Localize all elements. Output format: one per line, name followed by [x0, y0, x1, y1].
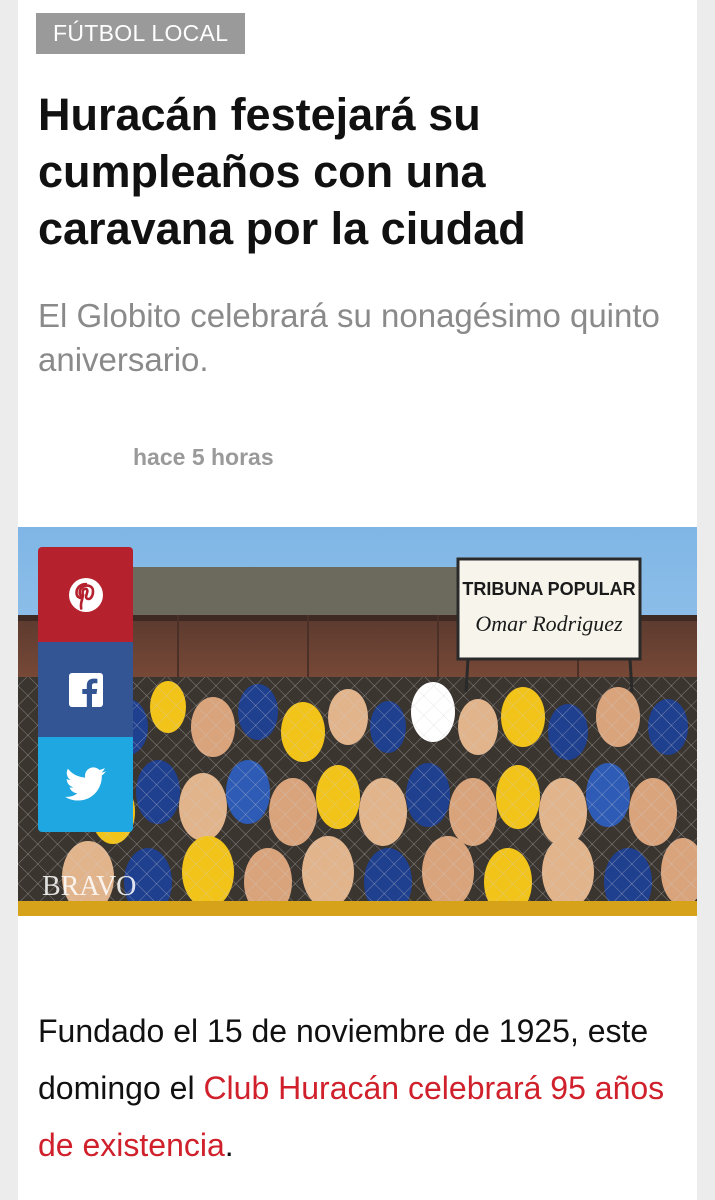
pinterest-icon	[68, 577, 103, 612]
article-body: Fundado el 15 de noviembre de 1925, este…	[38, 1003, 688, 1174]
article-subtitle: El Globito celebrará su nonagésimo quint…	[38, 297, 660, 378]
body-text-after: .	[224, 1127, 234, 1163]
photo-watermark: BRAVO	[42, 871, 136, 902]
share-pinterest-button[interactable]	[38, 547, 133, 642]
category-badge[interactable]: FÚTBOL LOCAL	[36, 13, 246, 54]
twitter-icon	[64, 766, 106, 800]
svg-text:Omar Rodriguez: Omar Rodriguez	[475, 611, 623, 636]
article-timestamp: hace 5 horas	[133, 444, 274, 470]
share-twitter-button[interactable]	[38, 737, 133, 832]
article-page: FÚTBOL LOCAL Huracán festejará su cumple…	[18, 0, 697, 1200]
share-facebook-button[interactable]	[38, 642, 133, 737]
facebook-icon	[68, 672, 103, 708]
article-headline: Huracán festejará su cumpleaños con una …	[38, 89, 526, 254]
svg-text:TRIBUNA POPULAR: TRIBUNA POPULAR	[462, 579, 635, 599]
